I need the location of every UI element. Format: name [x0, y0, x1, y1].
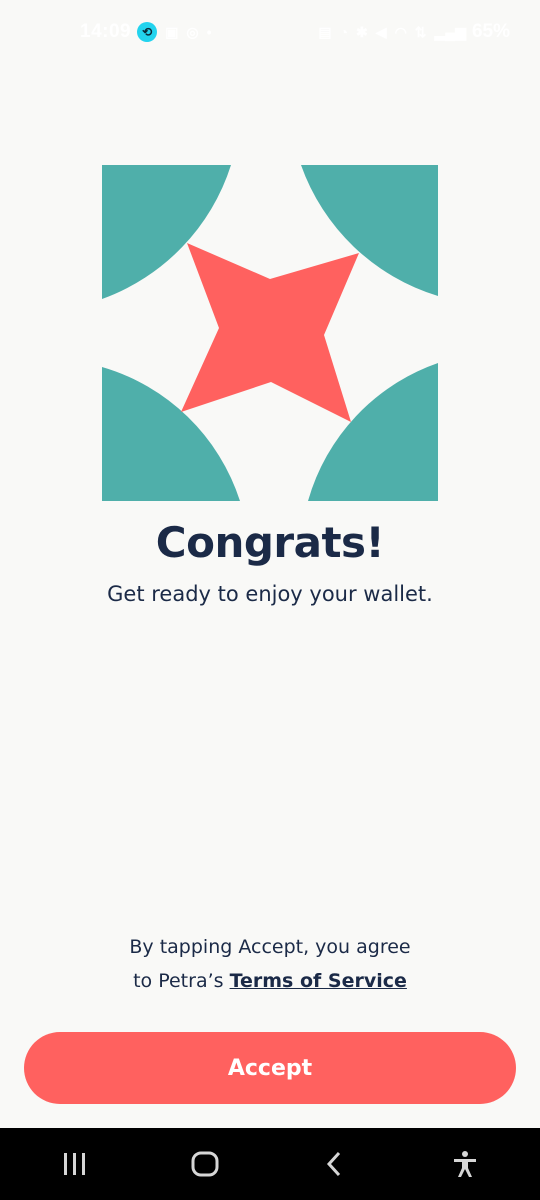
data-icon: ⇅: [414, 23, 427, 40]
accessibility-icon: [454, 1151, 476, 1177]
home-icon: [191, 1151, 219, 1177]
back-icon: [326, 1151, 341, 1177]
android-nav-bar: [0, 1128, 540, 1200]
status-bar: 14:09 ⟲ ▣ ◎ • ▤ ◔ ✱ ◀ ◠ ⇅ ▂▄▆ 65%: [0, 0, 540, 64]
page-title: Congrats!: [155, 518, 385, 567]
lock-icon: ▤: [318, 23, 332, 40]
page-subtitle: Get ready to enjoy your wallet.: [107, 582, 433, 606]
congrats-illustration: [102, 165, 438, 501]
home-button[interactable]: [175, 1134, 235, 1194]
accessibility-button[interactable]: [435, 1134, 495, 1194]
recent-apps-button[interactable]: [45, 1134, 105, 1194]
status-left-icons: ▣ ◎ •: [165, 24, 211, 41]
recent-apps-icon: [64, 1153, 85, 1175]
accept-button-label: Accept: [227, 1055, 313, 1081]
wifi-icon: ◠: [394, 23, 407, 40]
dot-icon: •: [206, 23, 212, 40]
signal-icon: ▂▄▆: [434, 23, 466, 40]
terms-prefix: to Petra’s: [133, 970, 230, 992]
app-notification-icon: ⟲: [137, 22, 158, 42]
accept-button[interactable]: Accept: [24, 1032, 516, 1104]
image-icon: ▣: [165, 23, 179, 40]
terms-notice: By tapping Accept, you agree to Petra’s …: [0, 930, 540, 998]
terms-line-2: to Petra’s Terms of Service: [0, 964, 540, 998]
alarm-icon: ◔: [339, 24, 349, 40]
back-button[interactable]: [305, 1134, 365, 1194]
bluetooth-icon: ✱: [356, 23, 368, 40]
terms-line-1: By tapping Accept, you agree: [129, 936, 411, 958]
status-time: 14:09: [80, 21, 132, 42]
sync-icon: ◎: [186, 23, 199, 40]
status-right-icons: ▤ ◔ ✱ ◀ ◠ ⇅ ▂▄▆: [318, 24, 466, 41]
volume-icon: ◀: [375, 23, 387, 40]
coral-star: [181, 243, 359, 422]
terms-of-service-link[interactable]: Terms of Service: [230, 970, 407, 992]
battery-percent: 65%: [471, 21, 510, 42]
